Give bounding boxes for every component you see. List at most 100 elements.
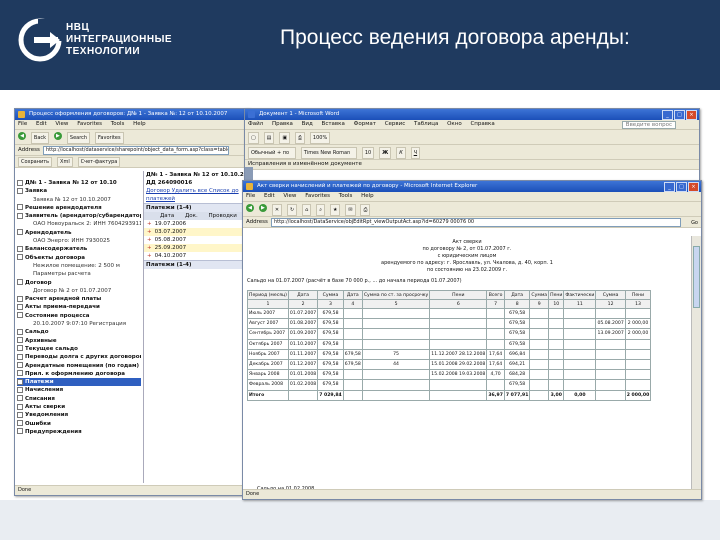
- back-arrow-icon[interactable]: ◀: [18, 132, 26, 140]
- review-mode-select[interactable]: Исправления в изменённом документе: [248, 161, 362, 167]
- menu-edit[interactable]: Edit: [264, 193, 275, 199]
- tree-checkbox-icon[interactable]: [17, 245, 23, 252]
- tree-checkbox-icon[interactable]: [17, 328, 23, 335]
- open-icon[interactable]: ▤: [263, 132, 275, 144]
- word-menu-insert[interactable]: Вставка: [322, 121, 345, 127]
- address-input[interactable]: http://localhost/dataservice/sharepoint/…: [43, 146, 229, 155]
- tree-item[interactable]: Платежи: [17, 378, 141, 387]
- tree-checkbox-icon[interactable]: [17, 279, 23, 286]
- tree-item[interactable]: Балансодержатель: [17, 245, 141, 253]
- tree-item[interactable]: Уведомления: [17, 411, 141, 419]
- maximize-icon[interactable]: □: [674, 110, 685, 120]
- tree-item[interactable]: ОАО Новоуральск 2: ИНН 7604293911: [17, 220, 141, 228]
- tree-item[interactable]: Текущее сальдо: [17, 345, 141, 353]
- payment-row[interactable]: +25.09.2007: [144, 244, 246, 252]
- expand-icon[interactable]: +: [147, 245, 152, 251]
- close-icon[interactable]: ×: [686, 110, 697, 120]
- tree-item[interactable]: Состояние процесса: [17, 312, 141, 320]
- zoom-select[interactable]: 100%: [309, 132, 331, 144]
- forward-arrow-icon[interactable]: ▶: [258, 204, 267, 212]
- mail-icon[interactable]: ✉: [345, 204, 356, 216]
- tree-checkbox-icon[interactable]: [17, 337, 23, 344]
- tree-checkbox-icon[interactable]: [17, 378, 23, 385]
- tree-item[interactable]: Прил. к оформлению договора: [17, 370, 141, 378]
- tree-checkbox-icon[interactable]: [17, 362, 23, 369]
- menu-file[interactable]: File: [246, 193, 255, 199]
- delete-all-link[interactable]: Удалить все: [172, 188, 207, 194]
- scrollbar-thumb[interactable]: [693, 246, 700, 308]
- menu-tools[interactable]: Tools: [339, 193, 353, 199]
- font-size-select[interactable]: 10: [361, 147, 375, 159]
- tree-checkbox-icon[interactable]: [17, 303, 23, 310]
- tree-item[interactable]: 20.10.2007 9:07:10 Регистрация: [17, 320, 141, 328]
- expand-icon[interactable]: +: [147, 237, 152, 243]
- menu-view[interactable]: View: [55, 121, 68, 127]
- favorites-icon[interactable]: ★: [329, 204, 341, 216]
- app-title-bar[interactable]: Процесс оформления договоров: Д№ 1 - Зая…: [15, 109, 249, 120]
- tree-checkbox-icon[interactable]: [17, 179, 23, 186]
- tree-item[interactable]: Заявка № 12 от 10.10.2007: [17, 196, 141, 204]
- tree-item[interactable]: Предупреждения: [17, 428, 141, 436]
- search-button[interactable]: Search: [66, 132, 91, 144]
- maximize-icon[interactable]: □: [676, 182, 687, 192]
- tree-item[interactable]: Договор № 2 от 01.07.2007: [17, 287, 141, 295]
- underline-icon[interactable]: Ч: [410, 147, 421, 159]
- word-menu-help[interactable]: Справка: [470, 121, 494, 127]
- doc-link[interactable]: Договор: [146, 188, 170, 194]
- tree-item[interactable]: Акты приема-передачи: [17, 303, 141, 311]
- print-icon[interactable]: ⎙: [360, 204, 371, 216]
- tree-item[interactable]: Решение арендодателя: [17, 204, 141, 212]
- tree-checkbox-icon[interactable]: [17, 403, 23, 410]
- back-button[interactable]: Back: [30, 132, 50, 144]
- tree-item[interactable]: Списания: [17, 395, 141, 403]
- help-search-input[interactable]: Введите вопрос: [621, 121, 676, 129]
- tree-item[interactable]: Расчет арендной платы: [17, 295, 141, 303]
- go-button[interactable]: Go: [691, 218, 698, 227]
- tree-checkbox-icon[interactable]: [17, 386, 23, 393]
- minimize-icon[interactable]: _: [662, 110, 673, 120]
- menu-favorites[interactable]: Favorites: [305, 193, 330, 199]
- menu-help[interactable]: Help: [133, 121, 146, 127]
- report-title-bar[interactable]: Акт сверки начислений и платежей по дого…: [243, 181, 701, 192]
- payments-sub-group[interactable]: Платежи (1-4): [144, 260, 246, 269]
- tree-checkbox-icon[interactable]: [17, 370, 23, 377]
- tree-checkbox-icon[interactable]: [17, 229, 23, 236]
- tree-checkbox-icon[interactable]: [17, 395, 23, 402]
- tree-item[interactable]: Сальдо: [17, 328, 141, 336]
- word-menu-window[interactable]: Окно: [447, 121, 462, 127]
- menu-tools[interactable]: Tools: [111, 121, 125, 127]
- word-menu-format[interactable]: Формат: [354, 121, 376, 127]
- payments-group-header[interactable]: Платежи (1-4): [144, 203, 246, 212]
- tree-checkbox-icon[interactable]: [17, 295, 23, 302]
- address-input[interactable]: http://localhost/DataService/objEditRpt_…: [271, 218, 681, 227]
- tree-item[interactable]: Ошибки: [17, 420, 141, 428]
- word-menu-view[interactable]: Вид: [302, 121, 313, 127]
- tree-item[interactable]: Нежилое помещение: 2 500 м: [17, 262, 141, 270]
- tree-checkbox-icon[interactable]: [17, 411, 23, 418]
- home-icon[interactable]: ⌂: [302, 204, 312, 216]
- tree-checkbox-icon[interactable]: [17, 345, 23, 352]
- tree-checkbox-icon[interactable]: [17, 187, 23, 194]
- expand-icon[interactable]: +: [147, 229, 152, 235]
- payment-row[interactable]: +03.07.2007: [144, 228, 246, 236]
- word-menu-table[interactable]: Таблица: [414, 121, 438, 127]
- payment-row[interactable]: +04.10.2007: [144, 252, 246, 260]
- search-icon[interactable]: ⌕: [316, 204, 326, 216]
- tree-item[interactable]: Объекты договора: [17, 254, 141, 262]
- word-menu-edit[interactable]: Правка: [272, 121, 293, 127]
- save-icon[interactable]: ▣: [279, 132, 291, 144]
- forward-arrow-icon[interactable]: ▶: [53, 132, 62, 140]
- xml-button[interactable]: Xml: [57, 157, 73, 167]
- tree-checkbox-icon[interactable]: [17, 353, 23, 360]
- tree-checkbox-icon[interactable]: [17, 204, 23, 211]
- tree-checkbox-icon[interactable]: [17, 212, 23, 219]
- payment-row[interactable]: +05.08.2007: [144, 236, 246, 244]
- word-title-bar[interactable]: Документ 1 - Microsoft Word _ □ ×: [245, 109, 699, 120]
- tree-item[interactable]: Заявка: [17, 187, 141, 195]
- period-row[interactable]: +19.07.2006: [144, 220, 246, 228]
- expand-icon[interactable]: +: [147, 221, 152, 227]
- tree-checkbox-icon[interactable]: [17, 254, 23, 261]
- menu-favorites[interactable]: Favorites: [77, 121, 102, 127]
- new-doc-icon[interactable]: ▢: [248, 132, 259, 144]
- payments-link[interactable]: платежей: [144, 195, 246, 203]
